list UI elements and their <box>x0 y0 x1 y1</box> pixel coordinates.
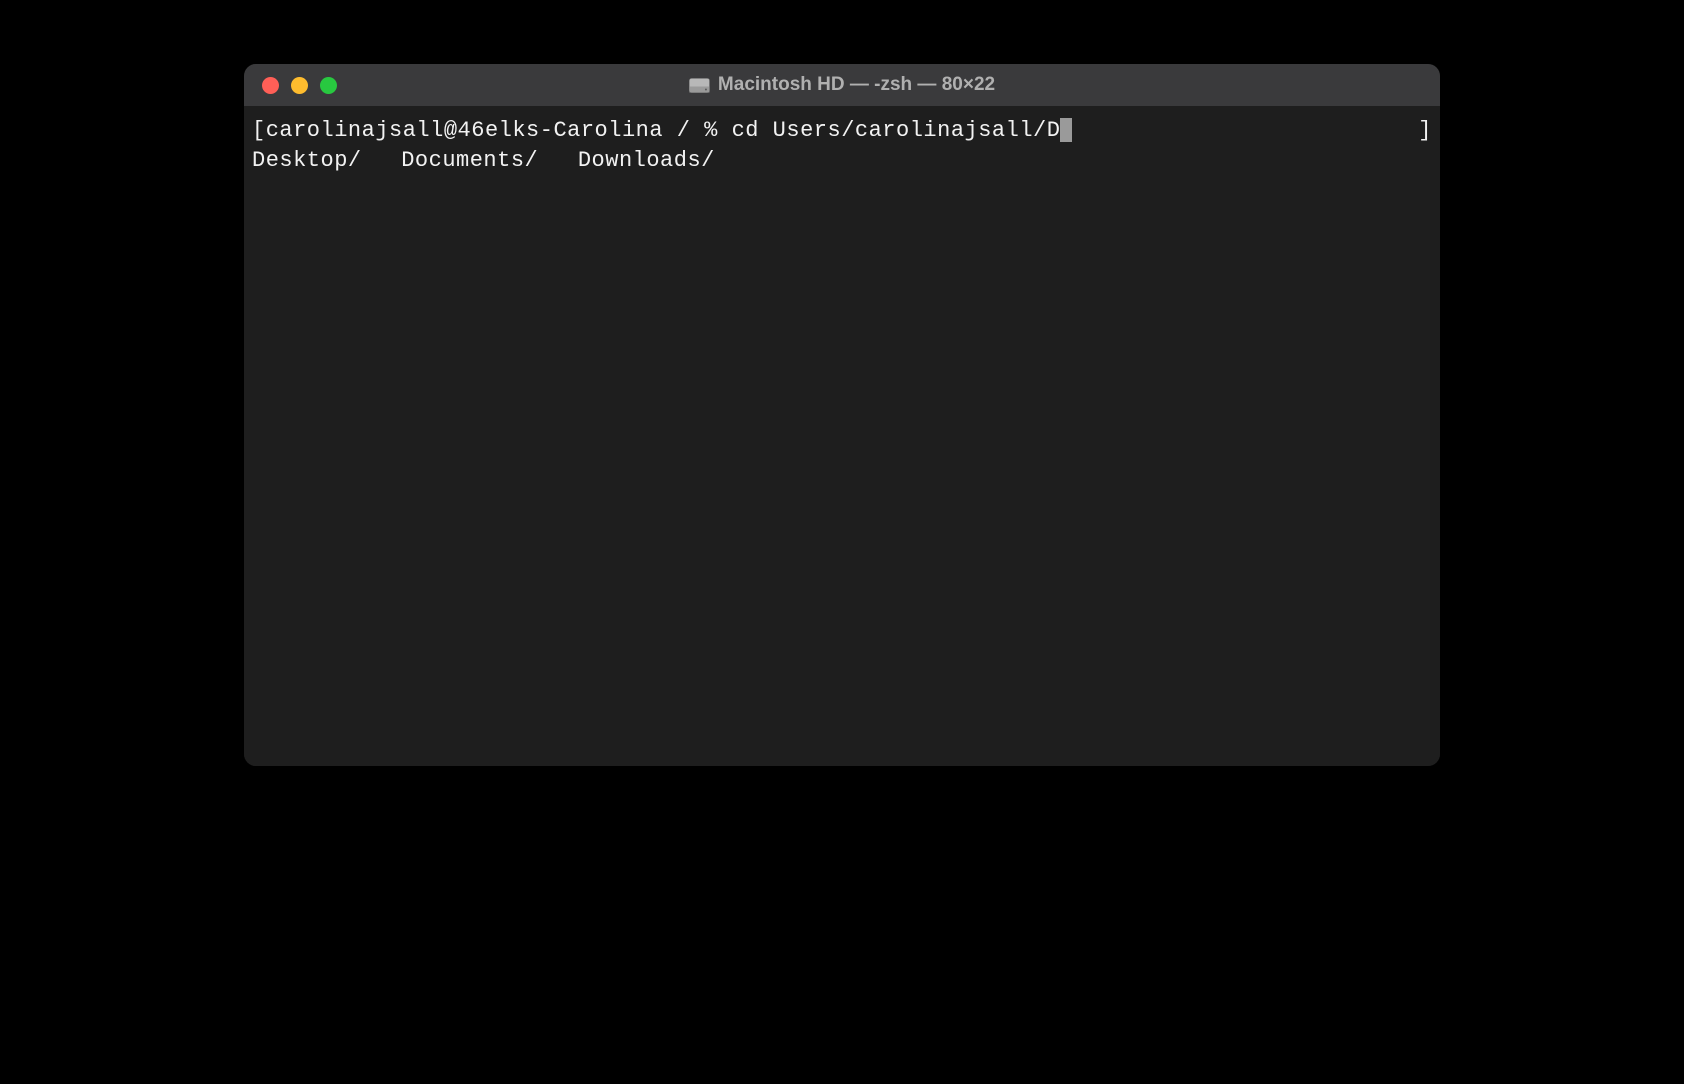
disk-icon <box>689 78 710 93</box>
cursor <box>1060 118 1072 142</box>
minimize-button[interactable] <box>291 77 308 94</box>
terminal-body[interactable]: [carolinajsall@46elks-Carolina / % cd Us… <box>244 106 1440 766</box>
window-title: Macintosh HD — -zsh — 80×22 <box>718 74 995 96</box>
completion-item: Documents/ <box>401 146 578 176</box>
prompt-line: [carolinajsall@46elks-Carolina / % cd Us… <box>252 116 1432 146</box>
completions-line: Desktop/Documents/Downloads/ <box>252 146 1432 176</box>
prompt-text: carolinajsall@46elks-Carolina / % <box>266 116 732 146</box>
zoom-button[interactable] <box>320 77 337 94</box>
command-text: cd Users/carolinajsall/D <box>732 116 1061 146</box>
completion-item: Downloads/ <box>578 146 755 176</box>
terminal-window: Macintosh HD — -zsh — 80×22 [carolinajsa… <box>244 64 1440 766</box>
close-button[interactable] <box>262 77 279 94</box>
traffic-lights <box>244 77 337 94</box>
prompt-close-bracket: ] <box>1418 116 1432 146</box>
title-bar: Macintosh HD — -zsh — 80×22 <box>244 64 1440 106</box>
window-title-content: Macintosh HD — -zsh — 80×22 <box>689 74 995 96</box>
prompt-open-bracket: [ <box>252 116 266 146</box>
completion-item: Desktop/ <box>252 146 401 176</box>
